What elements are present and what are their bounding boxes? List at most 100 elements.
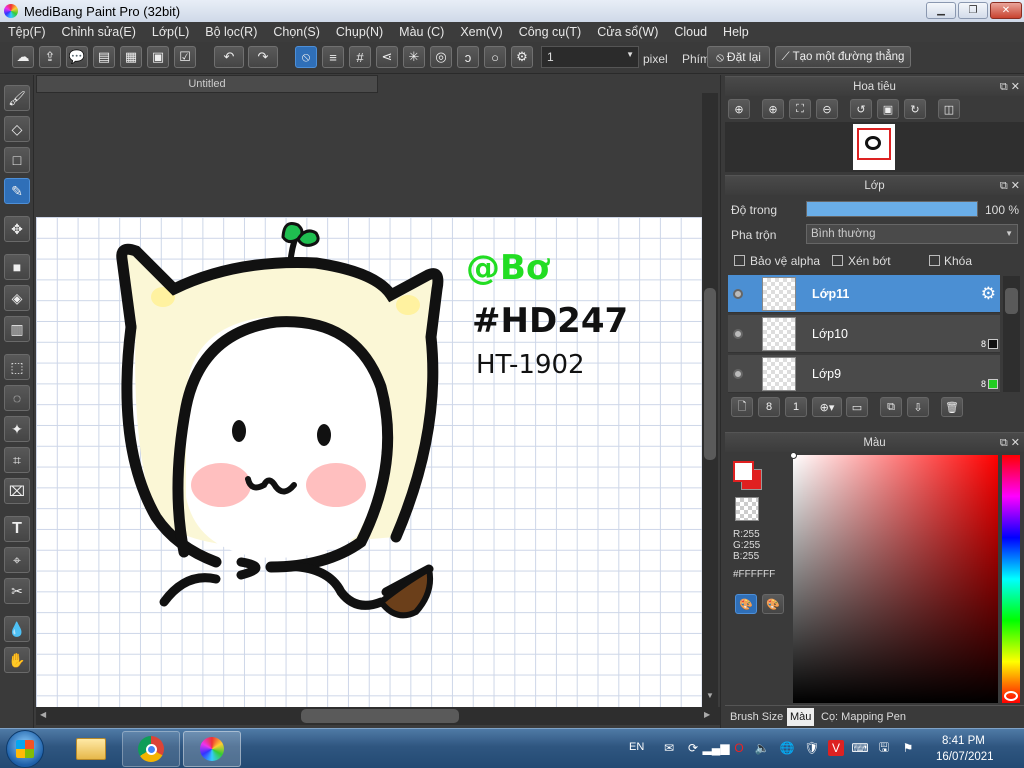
panel-float-close-icon[interactable]: ⧉ ✕ xyxy=(1000,179,1020,193)
reset-view-icon[interactable]: ▣ xyxy=(877,99,899,119)
foreground-color-swatch[interactable] xyxy=(733,461,754,482)
medibang-taskbar-icon[interactable] xyxy=(183,731,241,767)
panel-icon[interactable]: ▣ xyxy=(147,46,169,68)
menu-window[interactable]: Cửa sổ(W) xyxy=(589,25,666,39)
select-eraser-icon[interactable]: ⌧ xyxy=(4,478,30,504)
menu-tools[interactable]: Công cụ(T) xyxy=(511,25,590,39)
menu-file[interactable]: Tệp(F) xyxy=(0,25,54,39)
minimize-button[interactable]: ▁ xyxy=(926,2,956,19)
gear-icon[interactable]: ⚙ xyxy=(981,284,996,304)
selection-pen-icon[interactable]: ✎ xyxy=(4,178,30,204)
brush-tool-icon[interactable]: 🖌 xyxy=(4,85,30,111)
tab-brush[interactable]: Cọ: Mapping Pen xyxy=(821,711,906,723)
menu-select[interactable]: Chọn(S) xyxy=(265,25,328,39)
horizontal-scroll-thumb[interactable] xyxy=(301,709,459,723)
zoom-out-icon[interactable]: ⊖ xyxy=(816,99,838,119)
comment-icon[interactable]: ▤ xyxy=(93,46,115,68)
lasso-select-icon[interactable]: ◌ xyxy=(4,385,30,411)
move-tool-icon[interactable]: ✥ xyxy=(4,216,30,242)
zoom-in-icon[interactable]: ⊕ xyxy=(762,99,784,119)
perspective-snap-icon[interactable]: ⋖ xyxy=(376,46,398,68)
grid-snap-icon[interactable]: # xyxy=(349,46,371,68)
magic-wand-icon[interactable]: ✦ xyxy=(4,416,30,442)
new-layer-icon[interactable]: 🗋 xyxy=(731,397,753,417)
zalo-tray-icon[interactable]: ✉ xyxy=(661,740,677,756)
layer-row[interactable]: Lớp10 8 xyxy=(728,315,1000,353)
hue-slider[interactable] xyxy=(1002,455,1020,703)
hand-tool-icon[interactable]: ✋ xyxy=(4,647,30,673)
add-layer-menu-icon[interactable]: ⊕▾ xyxy=(812,397,842,417)
menu-filter[interactable]: Bộ lọc(R) xyxy=(197,25,265,39)
antivirus-tray-icon[interactable]: V xyxy=(828,740,844,756)
new-folder-icon[interactable]: ▭ xyxy=(846,397,868,417)
start-button[interactable] xyxy=(6,730,44,768)
eye-icon[interactable] xyxy=(733,369,743,379)
layer-scrollbar[interactable] xyxy=(1003,276,1020,392)
volume-tray-icon[interactable]: 🔈 xyxy=(754,740,770,756)
menu-color[interactable]: Màu (C) xyxy=(391,25,452,39)
clipping-checkbox[interactable] xyxy=(832,255,843,266)
rotate-left-icon[interactable]: ↺ xyxy=(850,99,872,119)
layer-row[interactable]: Lớp11 ⚙ xyxy=(728,275,1000,313)
canvas-paper[interactable]: @Bơ #HD247 HT-1902 xyxy=(36,217,702,707)
menu-snap[interactable]: Chụp(N) xyxy=(328,25,391,39)
eye-icon[interactable] xyxy=(733,289,743,299)
palette-icon[interactable]: 🎨 xyxy=(735,594,757,614)
maximize-button[interactable]: ❐ xyxy=(958,2,988,19)
speech-bubble-icon[interactable]: 💬 xyxy=(66,46,88,68)
menu-cloud[interactable]: Cloud xyxy=(666,25,715,39)
divide-tool-icon[interactable]: ✂ xyxy=(4,578,30,604)
hue-slider-handle[interactable] xyxy=(1004,691,1018,701)
rect-select-icon[interactable]: ⬚ xyxy=(4,354,30,380)
eyedropper-icon[interactable]: 💧 xyxy=(4,616,30,642)
menu-view[interactable]: Xem(V) xyxy=(452,25,510,39)
curve-snap-icon[interactable]: ↄ xyxy=(457,46,479,68)
radial-snap-icon[interactable]: ✳ xyxy=(403,46,425,68)
language-bar-tray-icon[interactable]: ⌨ xyxy=(851,740,868,756)
clock-time[interactable]: 8:41 PM xyxy=(942,735,985,747)
security-tray-icon[interactable]: 🛡 xyxy=(804,740,820,756)
device-tray-icon[interactable]: 🖫 xyxy=(876,740,892,756)
palette-settings-icon[interactable]: 🎨 xyxy=(762,594,784,614)
concentric-snap-icon[interactable]: ◎ xyxy=(430,46,452,68)
opera-tray-icon[interactable]: O xyxy=(731,740,747,756)
signal-tray-icon[interactable]: ▂▄▆ xyxy=(703,740,730,756)
delete-layer-icon[interactable]: 🗑 xyxy=(941,397,963,417)
menu-help[interactable]: Help xyxy=(715,25,757,39)
horizontal-scrollbar[interactable]: ◀ ▶ xyxy=(36,707,720,725)
color-sv-picker[interactable] xyxy=(790,452,998,703)
panel-float-close-icon[interactable]: ⧉ ✕ xyxy=(1000,436,1020,450)
new-halftone-layer-icon[interactable]: 8 xyxy=(758,397,780,417)
reset-button[interactable]: ⦸ Đặt lại xyxy=(707,46,770,68)
eraser-tool-icon[interactable]: ◇ xyxy=(4,116,30,142)
straight-line-button[interactable]: ⟋ Tạo một đường thẳng xyxy=(775,46,911,68)
flip-icon[interactable]: ◫ xyxy=(938,99,960,119)
gear-icon[interactable]: ⚙ xyxy=(511,46,533,68)
navigator-preview-area[interactable] xyxy=(725,122,1024,172)
vertical-scrollbar[interactable]: ▼ xyxy=(702,93,718,707)
eye-icon[interactable] xyxy=(733,329,743,339)
fit-window-icon[interactable]: ⛶ xyxy=(789,99,811,119)
chrome-taskbar-icon[interactable] xyxy=(122,731,180,767)
scroll-left-icon[interactable]: ◀ xyxy=(40,710,46,719)
text-tool-icon[interactable]: T xyxy=(4,516,30,542)
scroll-right-icon[interactable]: ▶ xyxy=(704,710,710,719)
opacity-slider[interactable] xyxy=(806,201,978,217)
circle-snap-icon[interactable]: ○ xyxy=(484,46,506,68)
zoom-fit-icon[interactable]: ⊕ xyxy=(728,99,750,119)
menu-layer[interactable]: Lớp(L) xyxy=(144,25,197,39)
sync-tray-icon[interactable]: ⟳ xyxy=(685,740,701,756)
layer-row[interactable]: Lớp9 8 xyxy=(728,355,1000,393)
vertical-scroll-thumb[interactable] xyxy=(704,288,716,460)
shape-fill-icon[interactable]: ■ xyxy=(4,254,30,280)
parallel-snap-icon[interactable]: ≡ xyxy=(322,46,344,68)
bucket-tool-icon[interactable]: ◈ xyxy=(4,285,30,311)
merge-layer-icon[interactable]: ⇩ xyxy=(907,397,929,417)
dot-tool-icon[interactable]: □ xyxy=(4,147,30,173)
cloud-icon[interactable]: ☁ xyxy=(12,46,34,68)
page-icon[interactable]: ▦ xyxy=(120,46,142,68)
brush-size-select[interactable]: 1 ▼ xyxy=(541,46,639,68)
scroll-down-icon[interactable]: ▼ xyxy=(706,691,714,700)
duplicate-layer-icon[interactable]: ⧉ xyxy=(880,397,902,417)
language-indicator[interactable]: EN xyxy=(629,741,644,753)
